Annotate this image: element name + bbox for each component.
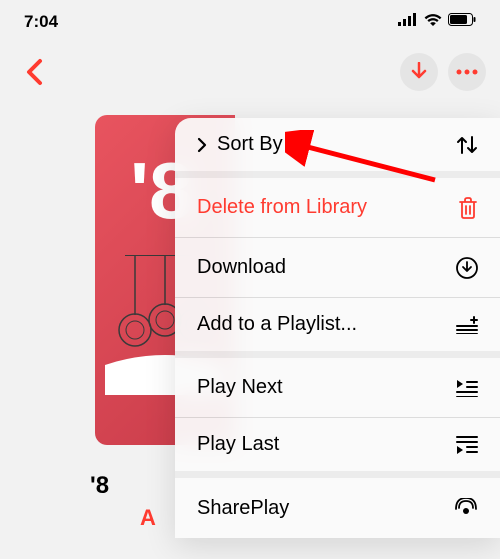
album-artist[interactable]: A	[140, 505, 156, 531]
menu-label: Delete from Library	[197, 196, 367, 219]
shareplay-icon	[454, 498, 478, 518]
status-bar: 7:04	[0, 0, 500, 44]
menu-download[interactable]: Download	[175, 238, 500, 298]
menu-label: SharePlay	[197, 497, 289, 520]
menu-shareplay[interactable]: SharePlay	[175, 478, 500, 538]
menu-play-next[interactable]: Play Next	[175, 358, 500, 418]
play-next-icon	[456, 379, 478, 397]
nav-actions	[400, 53, 486, 91]
menu-label: Download	[197, 256, 286, 279]
download-circle-icon	[456, 257, 478, 279]
menu-label: Play Last	[197, 433, 279, 456]
download-arrow-icon	[410, 62, 428, 82]
play-last-icon	[456, 436, 478, 454]
album-title: '8	[90, 472, 109, 500]
context-menu: Sort By Delete from Library Download Add…	[175, 118, 500, 538]
sort-arrows-icon	[456, 135, 478, 155]
menu-add-playlist[interactable]: Add to a Playlist...	[175, 298, 500, 358]
wifi-icon	[424, 13, 442, 31]
menu-play-last[interactable]: Play Last	[175, 418, 500, 478]
chevron-right-icon	[197, 137, 207, 153]
ellipsis-icon	[456, 69, 478, 75]
menu-label: Add to a Playlist...	[197, 313, 357, 336]
back-button[interactable]	[14, 52, 54, 92]
add-playlist-icon	[456, 316, 478, 334]
menu-label: Play Next	[197, 376, 283, 399]
status-indicators	[398, 13, 476, 31]
nav-bar	[0, 44, 500, 100]
menu-label: Sort By	[217, 133, 283, 156]
download-button[interactable]	[400, 53, 438, 91]
menu-sort-by[interactable]: Sort By	[175, 118, 500, 178]
chevron-left-icon	[25, 58, 43, 86]
cellular-icon	[398, 13, 418, 31]
more-button[interactable]	[448, 53, 486, 91]
battery-icon	[448, 13, 476, 31]
status-time: 7:04	[24, 12, 58, 32]
menu-delete[interactable]: Delete from Library	[175, 178, 500, 238]
trash-icon	[458, 197, 478, 219]
